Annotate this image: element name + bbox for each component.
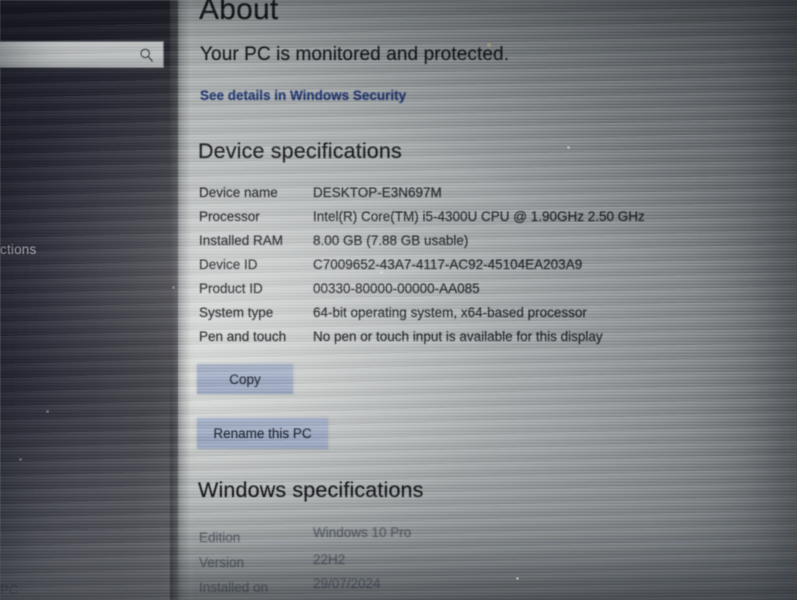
about-content-pane: About Your PC is monitored and protected… — [0, 0, 797, 600]
spec-label-product-id: Product ID — [199, 281, 263, 296]
spec-label-system-type: System type — [199, 305, 274, 320]
spec-value-edition: Windows 10 Pro — [313, 525, 412, 540]
windows-specifications-heading: Windows specifications — [198, 478, 424, 502]
spec-label-edition: Edition — [199, 530, 241, 545]
spec-value-product-id: 00330-80000-00000-AA085 — [313, 281, 480, 296]
spec-label-installed-on: Installed on — [199, 580, 269, 595]
spec-label-installed-ram: Installed RAM — [199, 233, 284, 248]
protection-status-text: Your PC is monitored and protected. — [200, 44, 510, 65]
spec-label-device-id: Device ID — [199, 257, 258, 272]
spec-value-pen-and-touch: No pen or touch input is available for t… — [313, 329, 603, 344]
device-specifications-heading: Device specifications — [198, 139, 402, 163]
copy-button[interactable]: Copy — [197, 364, 293, 394]
page-title: About — [199, 0, 279, 26]
rename-this-pc-button[interactable]: Rename this PC — [197, 418, 328, 449]
spec-value-installed-on: 29/07/2024 — [313, 576, 381, 591]
settings-about-screen-photo: ctions PC About Your PC is monitored and… — [0, 0, 797, 600]
spec-value-device-id: C7009652-43A7-4117-AC92-45104EA203A9 — [313, 257, 583, 272]
spec-value-device-name: DESKTOP-E3N697M — [313, 185, 442, 200]
spec-label-device-name: Device name — [199, 185, 278, 200]
spec-label-processor: Processor — [199, 209, 260, 224]
spec-label-pen-and-touch: Pen and touch — [199, 329, 287, 344]
windows-security-link[interactable]: See details in Windows Security — [200, 88, 406, 103]
spec-label-version: Version — [199, 555, 245, 570]
spec-value-installed-ram: 8.00 GB (7.88 GB usable) — [313, 233, 469, 248]
spec-value-version: 22H2 — [313, 552, 346, 567]
spec-value-system-type: 64-bit operating system, x64-based proce… — [313, 305, 587, 320]
spec-value-processor: Intel(R) Core(TM) i5-4300U CPU @ 1.90GHz… — [313, 209, 645, 224]
